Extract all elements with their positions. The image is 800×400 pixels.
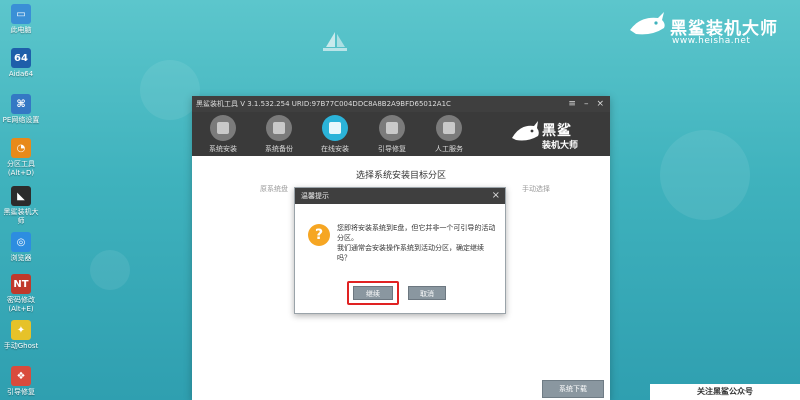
background-bubble bbox=[140, 60, 200, 120]
minimize-button[interactable]: – bbox=[584, 96, 589, 112]
manual-select-label[interactable]: 手动选择 bbox=[522, 184, 550, 194]
window-logo-line1: 黑鲨 bbox=[541, 123, 572, 139]
desktop-icon[interactable]: ◣ 黑鲨装机大师 bbox=[0, 186, 42, 226]
aida64-icon: 64 bbox=[11, 48, 31, 68]
cancel-button[interactable]: 取消 bbox=[408, 286, 446, 300]
tool-label: 人工服务 bbox=[435, 145, 463, 153]
desktop-icon-label: 分区工具 bbox=[7, 160, 35, 168]
computer-icon: ▭ bbox=[11, 4, 31, 24]
desktop-icon[interactable]: NT 密码修改 (Alt+E) bbox=[0, 274, 42, 314]
window-title: 黑鲨装机工具 V 3.1.532.254 URID:97B77C004DDC8A… bbox=[196, 100, 451, 108]
boot-repair-icon bbox=[379, 115, 405, 141]
dialog-close-button[interactable]: × bbox=[492, 188, 500, 204]
manual-service-icon bbox=[436, 115, 462, 141]
page-heading: 选择系统安装目标分区 bbox=[355, 171, 446, 181]
continue-button-highlight: 继续 bbox=[347, 281, 399, 305]
dialog-message-line2: 我们通常会安装操作系统到活动分区，确定继续吗？ bbox=[337, 244, 484, 262]
password-icon: NT bbox=[11, 274, 31, 294]
desktop-icon-label: 黑鲨装机大 bbox=[3, 208, 39, 216]
desktop-icon[interactable]: ◎ 浏览器 bbox=[0, 232, 42, 263]
tool-manual-service[interactable]: 人工服务 bbox=[424, 115, 474, 154]
continue-button[interactable]: 继续 bbox=[353, 286, 393, 300]
follow-wechat-bar[interactable]: 关注黑鲨公众号 bbox=[650, 384, 800, 400]
desktop-icon[interactable]: ▭ 此电脑 bbox=[0, 4, 42, 35]
window-logo-line2: 装机大师 bbox=[541, 141, 578, 151]
tool-label: 系统安装 bbox=[209, 145, 237, 153]
desktop-icon-label: 此电脑 bbox=[10, 26, 32, 34]
desktop-icon-label: 手动Ghost bbox=[3, 342, 39, 350]
desktop-icon[interactable]: ⌘ PE网络设置 bbox=[0, 94, 42, 125]
system-install-icon bbox=[210, 115, 236, 141]
system-download-button[interactable]: 系统下载 bbox=[542, 380, 604, 398]
window-titlebar: 黑鲨装机工具 V 3.1.532.254 URID:97B77C004DDC8A… bbox=[192, 96, 610, 112]
network-icon: ⌘ bbox=[11, 94, 31, 114]
desktop-icon[interactable]: 64 Aida64 bbox=[0, 48, 42, 79]
desktop-icon-label: (Alt+D) bbox=[7, 169, 35, 177]
desktop-icon-label: PE网络设置 bbox=[2, 116, 40, 124]
desktop-icon[interactable]: ✦ 手动Ghost bbox=[0, 320, 42, 351]
brand-logo: 黑鲨装机大师 www.heisha.net bbox=[628, 10, 778, 50]
menu-button[interactable]: ≡ bbox=[568, 96, 576, 112]
brand-url: www.heisha.net bbox=[672, 36, 751, 46]
tool-system-install[interactable]: 系统安装 bbox=[198, 115, 248, 154]
tool-label: 在线安装 bbox=[321, 145, 349, 153]
shark-logo-icon bbox=[511, 121, 539, 141]
toolbar: 系统安装 系统备份 在线安装 引导修复 人工服务 黑鲨 装机大师 bbox=[192, 112, 610, 156]
desktop-icon-label: 密码修改 bbox=[7, 296, 35, 304]
question-icon: ? bbox=[308, 224, 330, 246]
dialog-message-line1: 您即将安装系统到E盘，但它并非一个可引导的活动分区。 bbox=[337, 224, 496, 242]
system-backup-icon bbox=[266, 115, 292, 141]
warning-dialog: 温馨提示 × ? 您即将安装系统到E盘，但它并非一个可引导的活动分区。 我们通常… bbox=[294, 187, 506, 314]
tool-boot-repair[interactable]: 引导修复 bbox=[367, 115, 417, 154]
close-button[interactable]: × bbox=[596, 96, 604, 112]
desktop-icon-label: 引导修复 bbox=[7, 388, 35, 396]
desktop-icon-label: Aida64 bbox=[8, 70, 34, 78]
boot-repair-icon: ❖ bbox=[11, 366, 31, 386]
heisha-icon: ◣ bbox=[11, 186, 31, 206]
dialog-message: 您即将安装系统到E盘，但它并非一个可引导的活动分区。 我们通常会安装操作系统到活… bbox=[337, 223, 497, 263]
dialog-title: 温馨提示 bbox=[301, 192, 329, 200]
online-install-icon bbox=[322, 115, 348, 141]
desktop-icon-label: (Alt+E) bbox=[8, 305, 34, 313]
ghost-icon: ✦ bbox=[11, 320, 31, 340]
sailboat-icon bbox=[323, 32, 347, 51]
desktop-icon[interactable]: ❖ 引导修复 bbox=[0, 366, 42, 397]
desktop-icon-label: 师 bbox=[17, 217, 25, 225]
browser-icon: ◎ bbox=[11, 232, 31, 252]
tool-label: 系统备份 bbox=[265, 145, 293, 153]
original-system-label: 原系统盘 bbox=[260, 185, 288, 193]
desktop-icon-label: 浏览器 bbox=[10, 254, 32, 262]
dialog-titlebar: 温馨提示 × bbox=[295, 188, 505, 204]
tool-label: 引导修复 bbox=[378, 145, 406, 153]
tool-online-install[interactable]: 在线安装 bbox=[310, 115, 360, 154]
background-bubble bbox=[90, 250, 130, 290]
desktop-icon[interactable]: ◔ 分区工具 (Alt+D) bbox=[0, 138, 42, 178]
partition-tool-icon: ◔ bbox=[11, 138, 31, 158]
background-bubble bbox=[660, 130, 750, 220]
shark-logo-icon bbox=[630, 12, 665, 35]
window-logo: 黑鲨 装机大师 bbox=[511, 120, 578, 151]
window-controls: ≡ – × bbox=[568, 96, 604, 112]
tool-system-backup[interactable]: 系统备份 bbox=[254, 115, 304, 154]
